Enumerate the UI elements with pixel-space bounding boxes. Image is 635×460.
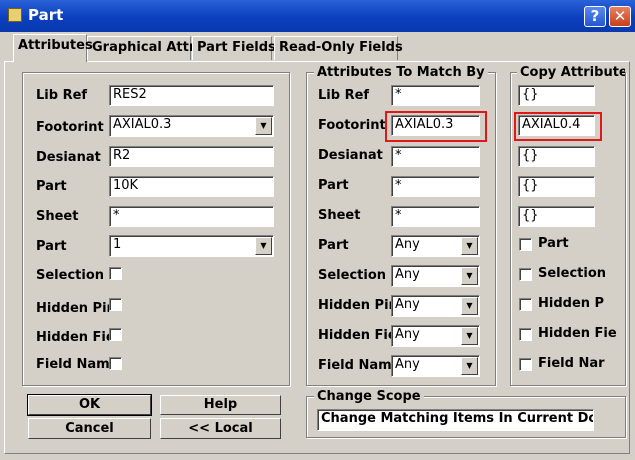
match-hidden-pins-label: Hidden Pin bbox=[318, 298, 391, 313]
change-scope-combo[interactable]: Change Matching Items In Current Documen… bbox=[317, 409, 594, 431]
match-part-value-label: Part bbox=[318, 178, 349, 193]
copy-sheet-input[interactable]: {} bbox=[518, 206, 595, 227]
copy-lib-ref-input[interactable]: {} bbox=[518, 85, 595, 106]
chevron-down-icon[interactable]: ▼ bbox=[461, 327, 478, 345]
match-footprint-label: Footorint bbox=[318, 118, 386, 133]
match-part-value-input[interactable]: * bbox=[391, 176, 480, 197]
copy-part-checkbox[interactable] bbox=[519, 238, 532, 251]
part-number-value: 1 bbox=[113, 237, 122, 252]
copy-designator-input[interactable]: {} bbox=[518, 146, 595, 167]
match-hidden-fields-combo[interactable]: Any ▼ bbox=[391, 325, 480, 347]
tab-graphical-attrs[interactable]: Graphical Attrs bbox=[87, 36, 203, 60]
tab-read-only-fields[interactable]: Read-Only Fields bbox=[274, 36, 403, 60]
chevron-down-icon[interactable]: ▼ bbox=[255, 237, 272, 255]
part-number-combo[interactable]: 1 ▼ bbox=[109, 235, 274, 257]
tab-part-fields[interactable]: Part Fields bbox=[192, 36, 276, 60]
copy-hidden-fields-checkbox[interactable] bbox=[519, 328, 532, 341]
copy-hidden-pins-checkbox[interactable] bbox=[519, 298, 532, 311]
tab-attributes[interactable]: Attributes bbox=[13, 34, 93, 62]
copy-field-names-checkbox[interactable] bbox=[519, 358, 532, 371]
chevron-down-icon[interactable]: ▼ bbox=[461, 237, 478, 255]
app-icon bbox=[8, 8, 22, 22]
copy-group-title: Copy Attribute bbox=[517, 65, 625, 80]
copy-selection-checkbox[interactable] bbox=[519, 268, 532, 281]
match-lib-ref-input[interactable]: * bbox=[391, 85, 480, 106]
hidden-pins-label: Hidden Pin bbox=[36, 301, 109, 316]
chevron-down-icon[interactable]: ▼ bbox=[461, 267, 478, 285]
help-button[interactable]: Help bbox=[160, 395, 281, 415]
lib-ref-label: Lib Ref bbox=[36, 88, 88, 103]
sheet-input[interactable]: * bbox=[109, 206, 274, 227]
match-part-number-value: Any bbox=[395, 237, 420, 252]
match-field-names-label: Field Name bbox=[318, 358, 391, 373]
field-names-label: Field Name bbox=[36, 357, 109, 372]
title-bar: Part ? ✕ bbox=[0, 0, 635, 32]
designator-input[interactable]: R2 bbox=[109, 146, 274, 167]
ok-button[interactable]: OK bbox=[27, 394, 152, 416]
copy-hidden-pins-label: Hidden P bbox=[538, 296, 605, 311]
selection-checkbox[interactable] bbox=[109, 267, 122, 280]
match-part-number-label: Part bbox=[318, 238, 349, 253]
match-field-names-combo[interactable]: Any ▼ bbox=[391, 355, 480, 377]
match-group-title: Attributes To Match By bbox=[314, 65, 488, 80]
part-value-input[interactable]: 10K bbox=[109, 176, 274, 197]
match-field-names-value: Any bbox=[395, 357, 420, 372]
match-selection-combo[interactable]: Any ▼ bbox=[391, 265, 480, 287]
match-hidden-pins-combo[interactable]: Any ▼ bbox=[391, 295, 480, 317]
part-number-label: Part bbox=[36, 239, 67, 254]
lib-ref-input[interactable]: RES2 bbox=[109, 85, 274, 106]
match-sheet-input[interactable]: * bbox=[391, 206, 480, 227]
sheet-label: Sheet bbox=[36, 209, 79, 224]
part-value-label: Part bbox=[36, 179, 67, 194]
match-sheet-label: Sheet bbox=[318, 208, 361, 223]
copy-field-names-label: Field Nar bbox=[538, 356, 605, 371]
chevron-down-icon[interactable]: ▼ bbox=[461, 297, 478, 315]
copy-part-label: Part bbox=[538, 236, 569, 251]
match-designator-label: Desianat bbox=[318, 148, 383, 163]
match-designator-input[interactable]: * bbox=[391, 146, 480, 167]
close-button[interactable]: ✕ bbox=[609, 6, 631, 27]
match-lib-ref-label: Lib Ref bbox=[318, 88, 370, 103]
highlight-box bbox=[514, 112, 602, 141]
match-selection-label: Selection bbox=[318, 268, 387, 283]
hidden-fields-label: Hidden Fiel bbox=[36, 330, 109, 345]
selection-label: Selection bbox=[36, 268, 105, 283]
window-title: Part bbox=[28, 6, 64, 24]
footprint-value: AXIAL0.3 bbox=[113, 117, 172, 132]
hidden-fields-checkbox[interactable] bbox=[109, 328, 122, 341]
designator-label: Desianat bbox=[36, 150, 101, 165]
highlight-box bbox=[385, 111, 487, 142]
match-selection-value: Any bbox=[395, 267, 420, 282]
match-hidden-fields-label: Hidden Fiel bbox=[318, 328, 391, 343]
change-scope-value: Change Matching Items In Current Documen… bbox=[321, 411, 593, 426]
help-title-button[interactable]: ? bbox=[584, 6, 606, 27]
copy-selection-label: Selection bbox=[538, 266, 607, 281]
local-button[interactable]: << Local bbox=[160, 418, 281, 439]
cancel-button[interactable]: Cancel bbox=[28, 418, 151, 439]
field-names-checkbox[interactable] bbox=[109, 357, 122, 370]
chevron-down-icon[interactable]: ▼ bbox=[255, 117, 272, 135]
match-part-number-combo[interactable]: Any ▼ bbox=[391, 235, 480, 257]
chevron-down-icon[interactable]: ▼ bbox=[461, 357, 478, 375]
footprint-combo[interactable]: AXIAL0.3 ▼ bbox=[109, 115, 274, 137]
copy-part-value-input[interactable]: {} bbox=[518, 176, 595, 197]
hidden-pins-checkbox[interactable] bbox=[109, 298, 122, 311]
match-hidden-fields-value: Any bbox=[395, 327, 420, 342]
copy-hidden-fields-label: Hidden Fie bbox=[538, 326, 617, 341]
change-scope-title: Change Scope bbox=[314, 389, 424, 404]
match-hidden-pins-value: Any bbox=[395, 297, 420, 312]
footprint-label: Footorint bbox=[36, 120, 104, 135]
